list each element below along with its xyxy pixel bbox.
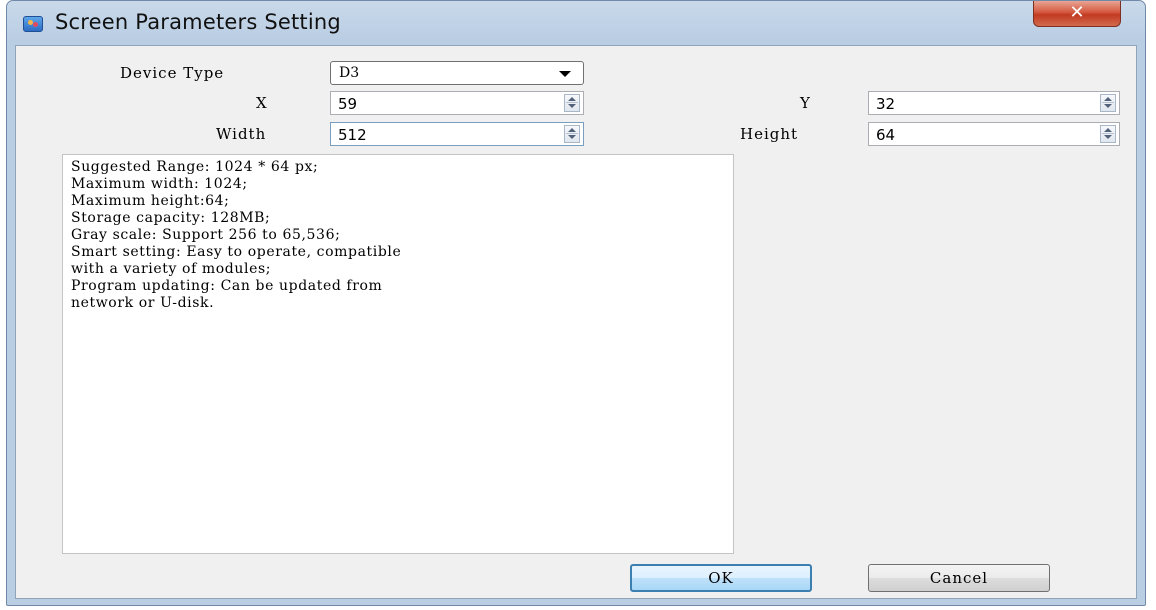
- spin-up-icon[interactable]: [568, 128, 576, 132]
- y-value[interactable]: 32: [876, 95, 895, 113]
- chevron-down-icon[interactable]: [559, 71, 571, 77]
- app-icon: [23, 16, 43, 32]
- cancel-button[interactable]: Cancel: [868, 564, 1050, 592]
- ok-button[interactable]: OK: [630, 564, 812, 592]
- spin-divider: [566, 133, 578, 134]
- spin-divider: [566, 102, 578, 103]
- height-label: Height: [740, 125, 799, 143]
- width-spinbox[interactable]: 512: [330, 122, 584, 146]
- window-title: Screen Parameters Setting: [55, 10, 341, 34]
- height-value[interactable]: 64: [876, 126, 895, 144]
- device-type-value: D3: [339, 65, 360, 81]
- dialog-window: Screen Parameters Setting ✕ Device Type …: [6, 0, 1146, 606]
- y-spinbox[interactable]: 32: [868, 91, 1120, 115]
- spin-divider: [1102, 102, 1114, 103]
- y-spin-buttons[interactable]: [1100, 94, 1116, 112]
- spin-up-icon[interactable]: [1104, 128, 1112, 132]
- spin-down-icon[interactable]: [568, 104, 576, 108]
- height-spin-buttons[interactable]: [1100, 125, 1116, 143]
- spin-up-icon[interactable]: [1104, 97, 1112, 101]
- device-type-select[interactable]: D3: [330, 61, 584, 85]
- close-button[interactable]: ✕: [1033, 1, 1121, 27]
- height-spinbox[interactable]: 64: [868, 122, 1120, 146]
- spin-down-icon[interactable]: [1104, 135, 1112, 139]
- device-description-text[interactable]: Suggested Range: 1024 * 64 px; Maximum w…: [62, 154, 734, 554]
- width-label: Width: [216, 125, 267, 143]
- y-label: Y: [800, 94, 811, 112]
- spin-divider: [1102, 133, 1114, 134]
- x-value[interactable]: 59: [338, 95, 357, 113]
- spin-down-icon[interactable]: [568, 135, 576, 139]
- title-bar[interactable]: Screen Parameters Setting ✕: [7, 1, 1145, 45]
- spin-down-icon[interactable]: [1104, 104, 1112, 108]
- dialog-client-area: Device Type D3 X 59 Y 32 Width 512 Heigh…: [15, 45, 1137, 599]
- x-label: X: [256, 94, 268, 112]
- x-spin-buttons[interactable]: [564, 94, 580, 112]
- width-value[interactable]: 512: [338, 126, 367, 144]
- device-type-label: Device Type: [120, 64, 225, 82]
- spin-up-icon[interactable]: [568, 97, 576, 101]
- width-spin-buttons[interactable]: [564, 125, 580, 143]
- x-spinbox[interactable]: 59: [330, 91, 584, 115]
- close-icon: ✕: [1069, 2, 1085, 23]
